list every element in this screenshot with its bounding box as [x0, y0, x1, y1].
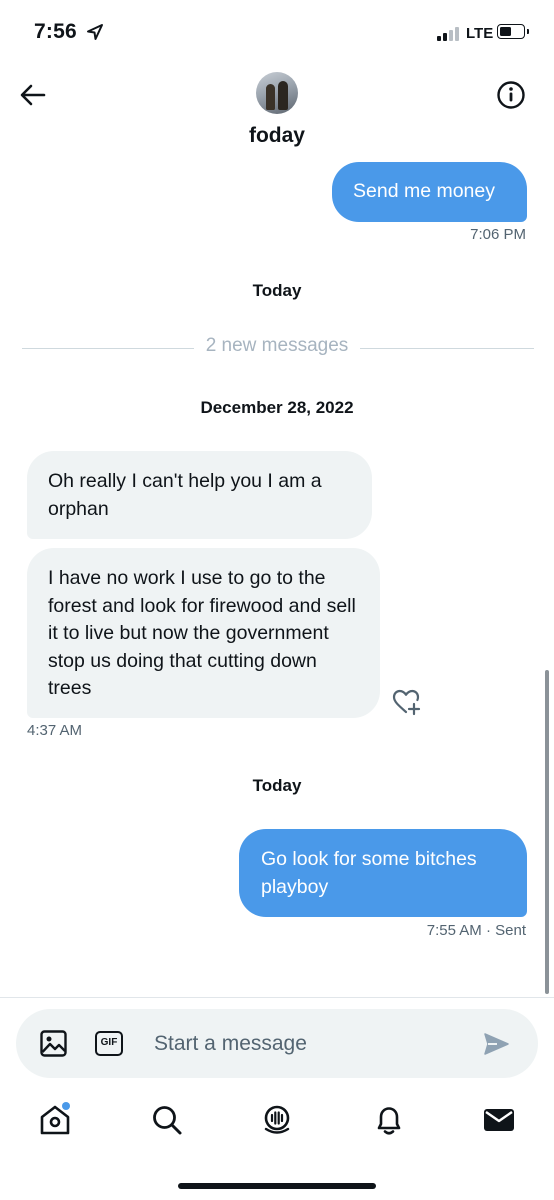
conversation-title[interactable]: foday: [0, 124, 554, 148]
arrow-left-icon[interactable]: [18, 80, 48, 110]
messages-icon[interactable]: [482, 1103, 516, 1137]
spaces-icon[interactable]: [260, 1103, 294, 1137]
search-icon[interactable]: [150, 1103, 184, 1137]
date-separator: December 28, 2022: [200, 398, 354, 417]
home-indicator[interactable]: [178, 1183, 376, 1189]
battery-tip: [527, 29, 529, 34]
new-messages-divider: 2 new messages: [0, 335, 554, 357]
image-icon[interactable]: [40, 1030, 67, 1057]
date-separator: Today: [252, 281, 302, 300]
notification-dot: [62, 1102, 70, 1110]
scrollbar[interactable]: [545, 670, 549, 994]
message-input[interactable]: [154, 1030, 454, 1058]
message-timestamp: 7:55 AM · Sent: [426, 922, 526, 939]
date-separator: Today: [252, 776, 302, 795]
location-arrow-icon: [87, 24, 103, 40]
message-bubble-outgoing[interactable]: Go look for some bitches playboy: [239, 829, 527, 917]
heart-plus-icon[interactable]: [392, 688, 422, 716]
message-timestamp: 4:37 AM: [27, 722, 83, 739]
message-bubble-incoming[interactable]: Oh really I can't help you I am a orphan: [27, 451, 372, 539]
message-timestamp: 7:06 PM: [470, 226, 526, 243]
status-time: 7:56: [34, 20, 77, 43]
info-circle-icon[interactable]: [496, 80, 526, 110]
sent-status: · Sent: [485, 922, 526, 939]
network-label: LTE: [466, 25, 494, 42]
notifications-icon[interactable]: [372, 1103, 406, 1137]
gif-icon[interactable]: GIF: [95, 1031, 123, 1056]
send-icon[interactable]: [482, 1030, 510, 1058]
message-bubble-incoming[interactable]: I have no work I use to go to the forest…: [27, 548, 380, 718]
signal-icon: [437, 27, 459, 41]
battery-icon: [497, 24, 525, 39]
message-bubble-outgoing[interactable]: Send me money: [332, 162, 527, 222]
composer-divider: [0, 997, 554, 998]
avatar[interactable]: [256, 72, 298, 114]
